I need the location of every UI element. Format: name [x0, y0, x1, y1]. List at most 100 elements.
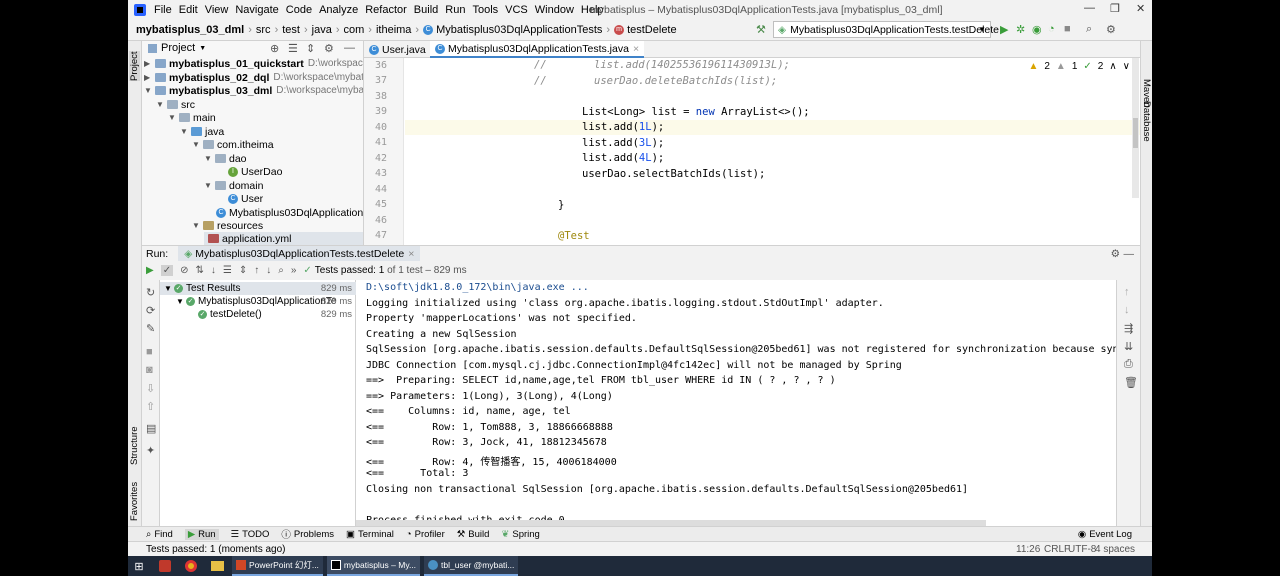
tree-item-dao[interactable]: ▼ dao: [204, 152, 247, 165]
export-icon[interactable]: ⇩: [146, 382, 155, 395]
tree-item-package[interactable]: ▼ com.itheima: [192, 138, 274, 151]
breadcrumb-class[interactable]: Mybatisplus03DqlApplicationTests: [436, 24, 602, 36]
run-configuration-select[interactable]: ◈ Mybatisplus03DqlApplicationTests.testD…: [773, 21, 999, 38]
breadcrumb-com[interactable]: com: [344, 24, 365, 36]
menu-edit[interactable]: Edit: [179, 4, 198, 16]
menu-view[interactable]: View: [205, 4, 229, 16]
wrench-icon[interactable]: ✎: [146, 322, 155, 335]
tree-item-application-yml[interactable]: application.yml: [204, 232, 363, 245]
locate-icon[interactable]: ⊕: [270, 42, 279, 55]
tree-item-user[interactable]: C User: [228, 192, 263, 205]
tree-item-resources[interactable]: ▼ resources: [192, 219, 263, 232]
profile-icon[interactable]: ◔: [1048, 23, 1055, 35]
arrow-up-icon[interactable]: ↑: [254, 265, 259, 276]
more-icon[interactable]: »: [291, 265, 297, 276]
chevron-up-icon[interactable]: ∧: [1109, 61, 1116, 72]
menu-run[interactable]: Run: [445, 4, 465, 16]
tool-problems[interactable]: ⓘ Problems: [281, 527, 334, 542]
tool-spring[interactable]: ❦ Spring: [501, 529, 539, 540]
menu-refactor[interactable]: Refactor: [365, 4, 407, 16]
tool-find[interactable]: ⌕ Find: [146, 529, 173, 540]
tool-window-project[interactable]: Project: [129, 51, 140, 81]
tree-item-application[interactable]: C Mybatisplus03DqlApplication: [216, 206, 363, 219]
collapse-all-icon[interactable]: ☰: [288, 42, 298, 55]
gear-icon[interactable]: ⚙: [1111, 248, 1120, 260]
tool-terminal[interactable]: ▣ Terminal: [346, 529, 394, 540]
expand-all-icon[interactable]: ⇕: [306, 42, 315, 55]
menu-build[interactable]: Build: [414, 4, 438, 16]
camera-icon[interactable]: ◙: [146, 364, 153, 376]
tool-profiler[interactable]: ◔ Profiler: [406, 529, 445, 540]
tree-item-module-03[interactable]: ▼mybatisplus_03_dmlD:\workspace\mybatisp…: [144, 84, 363, 97]
breadcrumb-method[interactable]: testDelete: [627, 24, 677, 36]
menu-vcs[interactable]: VCS: [505, 4, 528, 16]
caret-position[interactable]: 11:26: [1016, 544, 1040, 555]
minimize-icon[interactable]: —: [1084, 2, 1095, 14]
breadcrumb-itheima[interactable]: itheima: [376, 24, 411, 36]
snipping-tool-icon[interactable]: [154, 556, 176, 576]
print-icon[interactable]: ⎙: [1124, 358, 1133, 371]
close-icon[interactable]: ✕: [1136, 2, 1145, 15]
sort-alpha-icon[interactable]: ⇅: [195, 265, 203, 276]
arrow-down-icon[interactable]: ↓: [1124, 304, 1130, 316]
taskbar-intellij[interactable]: mybatisplus – My...: [326, 556, 421, 576]
tool-todo[interactable]: ☰ TODO: [231, 529, 270, 540]
tree-item-main[interactable]: ▼ main: [168, 111, 216, 124]
tool-window-favorites[interactable]: Favorites: [129, 482, 140, 521]
settings-icon[interactable]: ⚙: [1106, 23, 1116, 36]
inspection-widget[interactable]: ▲ 2 ▲ 1 ✓ 2 ∧ ∨: [1028, 61, 1130, 72]
collapse-all-icon[interactable]: ⇕: [239, 265, 247, 276]
close-tab-icon[interactable]: ×: [633, 43, 639, 55]
test-class-row[interactable]: ▼ ✓ Mybatisplus03DqlApplicationTe 829 ms: [160, 295, 356, 308]
tree-item-userdao[interactable]: I UserDao: [228, 165, 282, 178]
debug-icon[interactable]: ✲: [1016, 23, 1025, 36]
tree-item-domain[interactable]: ▼ domain: [204, 179, 263, 192]
indent-setting[interactable]: 4 spaces: [1095, 544, 1135, 555]
rerun-failed-icon[interactable]: ↻: [146, 286, 155, 299]
hide-icon[interactable]: —: [1124, 248, 1135, 260]
soft-wrap-icon[interactable]: ⇶: [1124, 322, 1133, 335]
tool-event-log[interactable]: ◉ Event Log: [1078, 529, 1132, 540]
trash-icon[interactable]: 🗑: [1124, 376, 1138, 389]
tool-window-database[interactable]: Database: [1141, 101, 1152, 142]
code-editor[interactable]: CUser.java× CMybatisplus03DqlApplication…: [364, 41, 1140, 245]
toggle-auto-test-icon[interactable]: ⟳: [146, 304, 155, 317]
hammer-icon[interactable]: ⚒: [756, 23, 766, 36]
breadcrumb-test[interactable]: test: [282, 24, 300, 36]
coverage-icon[interactable]: ◉: [1032, 23, 1042, 36]
breadcrumb-src[interactable]: src: [256, 24, 271, 36]
file-explorer-icon[interactable]: [206, 556, 228, 576]
breadcrumb-module[interactable]: mybatisplus_03_dml: [136, 24, 244, 36]
layout-icon[interactable]: ▤: [146, 422, 156, 435]
menu-file[interactable]: File: [154, 4, 172, 16]
breadcrumb-java[interactable]: java: [312, 24, 332, 36]
stop-icon[interactable]: ■: [1064, 23, 1071, 35]
stop-icon[interactable]: ■: [146, 346, 153, 358]
expand-all-icon[interactable]: ☰: [223, 265, 232, 276]
show-passed-icon[interactable]: ✓: [160, 265, 174, 276]
import-icon[interactable]: ⇧: [146, 400, 155, 413]
taskbar-database[interactable]: tbl_user @mybati...: [424, 556, 519, 576]
menu-analyze[interactable]: Analyze: [319, 4, 358, 16]
chevron-down-icon[interactable]: ▼: [199, 45, 206, 52]
show-ignored-icon[interactable]: ⊘: [180, 265, 188, 276]
menu-code[interactable]: Code: [286, 4, 312, 16]
chevron-down-icon[interactable]: ∨: [1123, 61, 1130, 72]
gear-icon[interactable]: ⚙: [324, 42, 334, 55]
taskbar-powerpoint[interactable]: PowerPoint 幻灯...: [232, 556, 323, 576]
project-panel-title[interactable]: Project: [161, 42, 195, 54]
zoom-icon[interactable]: ⌕: [278, 265, 284, 276]
file-encoding[interactable]: UTF-8: [1068, 544, 1096, 555]
search-icon[interactable]: ⌕: [1086, 23, 1092, 36]
menu-navigate[interactable]: Navigate: [235, 4, 278, 16]
rerun-icon[interactable]: ▶: [146, 265, 154, 276]
menu-tools[interactable]: Tools: [472, 4, 498, 16]
line-separator[interactable]: CRLF: [1044, 544, 1070, 555]
maximize-icon[interactable]: ❐: [1110, 2, 1120, 15]
menu-window[interactable]: Window: [535, 4, 574, 16]
scroll-to-end-icon[interactable]: ⇊: [1124, 340, 1133, 353]
chrome-icon[interactable]: [180, 556, 202, 576]
tree-item-module-02[interactable]: ▶mybatisplus_02_dqlD:\workspace\mybatisp…: [144, 71, 363, 84]
pin-icon[interactable]: ✦: [146, 444, 155, 457]
tab-tests-java[interactable]: C Mybatisplus03DqlApplicationTests.java ×: [430, 41, 645, 58]
